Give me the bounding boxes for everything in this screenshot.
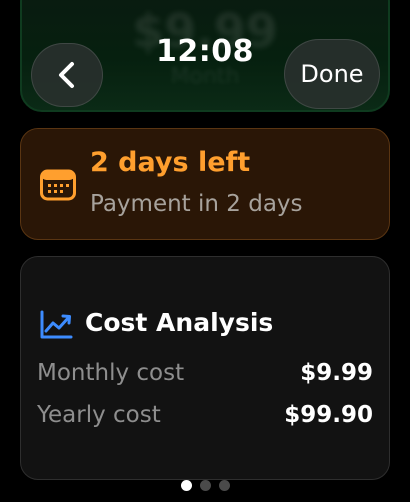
monthly-cost-value: $9.99 (300, 360, 373, 386)
page-dot[interactable] (199, 480, 211, 491)
calendar-icon (40, 169, 76, 201)
done-button[interactable]: Done (284, 39, 380, 109)
page-dot[interactable] (180, 480, 192, 491)
cost-analysis-title: Cost Analysis (85, 308, 274, 337)
page-indicator[interactable] (0, 480, 410, 491)
payment-subtitle: Payment in 2 days (90, 191, 303, 217)
cost-analysis-card: Cost Analysis Monthly cost $9.99 Yearly … (20, 256, 390, 480)
chart-line-icon (40, 310, 73, 339)
monthly-cost-label: Monthly cost (37, 360, 185, 386)
days-left-title: 2 days left (90, 147, 251, 178)
payment-due-card: 2 days left Payment in 2 days (20, 128, 390, 240)
page-dot[interactable] (218, 480, 230, 491)
yearly-cost-value: $99.90 (284, 402, 373, 428)
yearly-cost-label: Yearly cost (37, 402, 161, 428)
